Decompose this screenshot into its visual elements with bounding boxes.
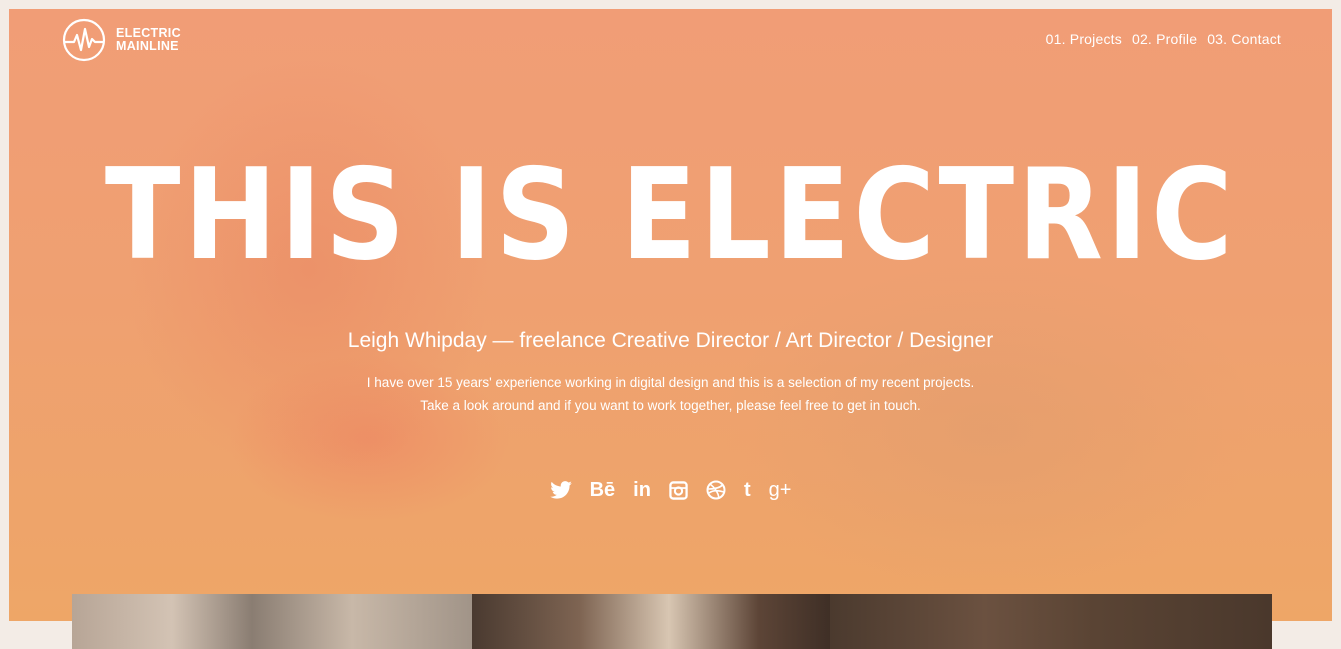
hero-subtitle: Leigh Whipday — freelance Creative Direc… — [347, 329, 994, 352]
twitter-icon[interactable] — [549, 477, 572, 503]
project-thumbnails — [72, 594, 1272, 649]
description-line-2: Take a look around and if you want to wo… — [420, 398, 921, 413]
social-links: Bē in t g+ — [9, 477, 1332, 503]
nav-profile-link[interactable]: 02. Profile — [1132, 31, 1197, 47]
google-plus-icon[interactable]: g+ — [769, 477, 792, 503]
nav-projects-link[interactable]: 01. Projects — [1046, 31, 1122, 47]
instagram-icon[interactable] — [669, 477, 688, 503]
project-thumbnail[interactable] — [72, 594, 472, 649]
logo-wordmark: ELECTRIC MAINLINE — [116, 27, 181, 53]
logo-pulse-icon — [62, 18, 106, 62]
dribbble-icon[interactable] — [706, 477, 726, 503]
tumblr-icon[interactable]: t — [744, 477, 751, 503]
hero-description: I have over 15 years' experience working… — [9, 371, 1332, 417]
project-thumbnail[interactable] — [472, 594, 830, 649]
description-line-1: I have over 15 years' experience working… — [366, 375, 975, 390]
hero-section: ELECTRIC MAINLINE 01. Projects 02. Profi… — [9, 9, 1332, 621]
nav-contact-link[interactable]: 03. Contact — [1207, 31, 1281, 47]
hero-headline: THIS IS ELECTRIC — [104, 141, 1237, 288]
logo[interactable]: ELECTRIC MAINLINE — [61, 17, 181, 63]
logo-line-2: MAINLINE — [116, 39, 179, 53]
project-thumbnail[interactable] — [830, 594, 1272, 649]
linkedin-icon[interactable]: in — [633, 477, 651, 503]
behance-icon[interactable]: Bē — [590, 477, 616, 503]
main-nav: 01. Projects 02. Profile 03. Contact — [1036, 31, 1281, 47]
